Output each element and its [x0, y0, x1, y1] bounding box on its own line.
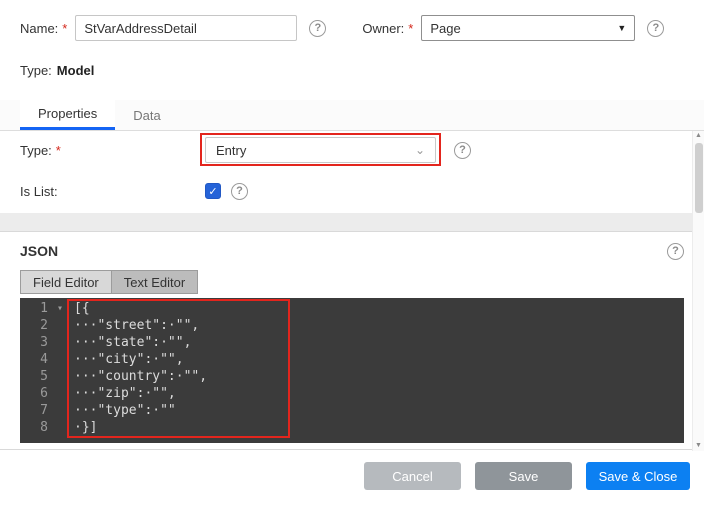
- code-line: 1 ▾ [{: [20, 300, 684, 317]
- tab-data[interactable]: Data: [115, 100, 178, 130]
- section-divider: [0, 213, 704, 231]
- required-marker: *: [408, 21, 413, 36]
- line-number: 2: [20, 317, 54, 334]
- type-row: Type:* Entry ⌄ ?: [20, 135, 684, 165]
- code-text: ···"zip":·"",: [74, 385, 176, 402]
- code-line: 8 ·}]: [20, 419, 684, 436]
- code-line: 6 ···"zip":·"",: [20, 385, 684, 402]
- name-input[interactable]: [75, 15, 297, 41]
- code-text: ···"city":·"",: [74, 351, 184, 368]
- code-line: 4 ···"city":·"",: [20, 351, 684, 368]
- is-list-row: Is List: ✓ ?: [20, 181, 684, 201]
- name-label: Name:*: [20, 21, 67, 36]
- code-text: ···"state":·"",: [74, 334, 191, 351]
- line-number: 4: [20, 351, 54, 368]
- entry-type-help-icon[interactable]: ?: [454, 142, 471, 159]
- owner-label: Owner:*: [362, 21, 413, 36]
- fold-icon[interactable]: ▾: [54, 300, 66, 317]
- chevron-down-icon: ▼: [617, 23, 626, 33]
- type-model-row: Type: Model: [20, 60, 684, 80]
- scroll-up-icon[interactable]: ▲: [695, 131, 702, 141]
- required-marker: *: [56, 143, 61, 158]
- line-number: 7: [20, 402, 54, 419]
- line-number: 1: [20, 300, 54, 317]
- save-close-button[interactable]: Save & Close: [586, 462, 690, 490]
- type-value: Model: [57, 63, 95, 78]
- name-owner-row: Name:* ? Owner:* Page ▼ ?: [20, 14, 684, 42]
- tab-field-editor[interactable]: Field Editor: [20, 270, 112, 294]
- required-marker: *: [62, 21, 67, 36]
- is-list-checkbox[interactable]: ✓: [205, 183, 221, 199]
- tab-text-editor[interactable]: Text Editor: [111, 270, 198, 294]
- name-help-icon[interactable]: ?: [309, 20, 326, 37]
- scroll-down-icon[interactable]: ▼: [695, 441, 702, 451]
- code-text: ·}]: [74, 419, 97, 436]
- line-number: 6: [20, 385, 54, 402]
- code-text: ···"country":·"",: [74, 368, 207, 385]
- code-line: 5 ···"country":·"",: [20, 368, 684, 385]
- code-line: 7 ···"type":·"": [20, 402, 684, 419]
- tab-properties[interactable]: Properties: [20, 100, 115, 130]
- cancel-button[interactable]: Cancel: [364, 462, 461, 490]
- json-text-editor[interactable]: 1 ▾ [{ 2 ···"street":·"", 3 ···"state":·…: [20, 298, 684, 443]
- vertical-scrollbar[interactable]: ▲ ▼: [692, 131, 704, 451]
- save-button[interactable]: Save: [475, 462, 572, 490]
- chevron-down-icon: ⌄: [415, 143, 425, 157]
- owner-select-value: Page: [430, 21, 460, 36]
- json-panel: JSON ? Field Editor Text Editor 1 ▾ [{ 2…: [0, 231, 704, 450]
- code-text: ···"type":·"": [74, 402, 176, 419]
- tab-strip: Properties Data: [0, 100, 704, 131]
- is-list-label: Is List:: [20, 184, 205, 199]
- line-number: 3: [20, 334, 54, 351]
- line-number: 8: [20, 419, 54, 436]
- top-form: Name:* ? Owner:* Page ▼ ? Type: Model: [0, 0, 704, 80]
- json-help-icon[interactable]: ?: [667, 243, 684, 260]
- owner-select[interactable]: Page ▼: [421, 15, 635, 41]
- entry-type-value: Entry: [216, 143, 246, 158]
- scrollbar-thumb[interactable]: [695, 143, 703, 213]
- json-title: JSON: [20, 243, 58, 259]
- json-header: JSON ?: [20, 240, 684, 262]
- properties-panel: Type:* Entry ⌄ ? Is List: ✓ ?: [0, 131, 704, 213]
- line-number: 5: [20, 368, 54, 385]
- variable-editor-dialog: Name:* ? Owner:* Page ▼ ? Type: Model Pr…: [0, 0, 704, 511]
- owner-help-icon[interactable]: ?: [647, 20, 664, 37]
- entry-type-dropdown[interactable]: Entry ⌄: [205, 137, 436, 163]
- footer-bar: Cancel Save Save & Close: [0, 450, 704, 490]
- code-line: 3 ···"state":·"",: [20, 334, 684, 351]
- code-line: 2 ···"street":·"",: [20, 317, 684, 334]
- type-label: Type:: [20, 63, 52, 78]
- code-text: [{: [74, 300, 90, 317]
- entry-type-label: Type:*: [20, 143, 205, 158]
- is-list-help-icon[interactable]: ?: [231, 183, 248, 200]
- check-icon: ✓: [208, 185, 217, 198]
- editor-mode-tabs: Field Editor Text Editor: [20, 270, 198, 294]
- code-text: ···"street":·"",: [74, 317, 199, 334]
